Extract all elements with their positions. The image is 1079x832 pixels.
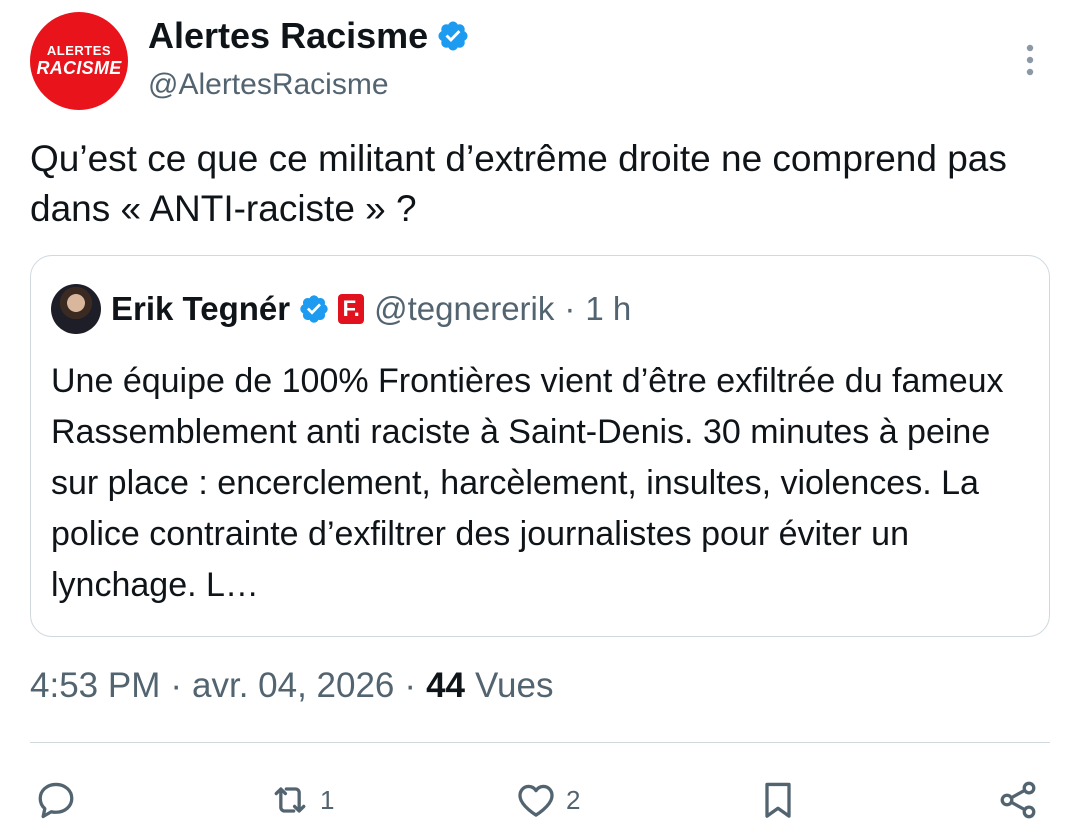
quoted-author-handle: @tegnererik	[374, 290, 555, 327]
bookmark-icon	[765, 782, 791, 818]
like-button[interactable]: 2	[514, 772, 580, 828]
header-separator: ·	[564, 290, 576, 327]
meta-separator: ·	[170, 666, 183, 705]
heart-icon	[518, 784, 554, 817]
views-label: Vues	[475, 666, 554, 705]
like-count: 2	[566, 784, 581, 815]
avatar-text-line2: RACISME	[36, 58, 122, 78]
divider	[30, 742, 1050, 743]
retweet-icon	[274, 787, 306, 813]
avatar-text-line1: ALERTES	[46, 43, 112, 58]
quoted-tweet-header: Erik Tegnér F. @tegnererik · 1 h	[111, 286, 631, 332]
reply-button[interactable]	[34, 772, 78, 828]
tweet-time[interactable]: 4:53 PM	[30, 666, 160, 706]
share-button[interactable]	[996, 772, 1040, 828]
tweet-meta: 4:53 PM · avr. 04, 2026 · 44 Vues	[30, 666, 553, 706]
tweet-text: Qu’est ce que ce militant d’extrême droi…	[30, 138, 1007, 229]
quoted-tweet-text: Une équipe de 100% Frontières vient d’êt…	[51, 362, 1004, 604]
tweet-date[interactable]: avr. 04, 2026	[192, 666, 394, 706]
bookmark-button[interactable]	[756, 772, 800, 828]
affiliation-badge-icon: F.	[338, 294, 365, 324]
verified-badge-icon	[438, 21, 468, 51]
author-handle[interactable]: @AlertesRacisme	[148, 68, 389, 102]
more-options-icon[interactable]	[1018, 42, 1042, 82]
author-name-row: Alertes Racisme	[148, 14, 470, 58]
quoted-tweet-time: 1 h	[585, 290, 632, 327]
views-count: 44	[426, 666, 465, 705]
verified-badge-icon	[300, 295, 328, 323]
retweet-count: 1	[320, 784, 335, 815]
author-display-name[interactable]: Alertes Racisme	[148, 15, 428, 57]
quoted-tweet-card[interactable]: Erik Tegnér F. @tegnererik · 1 h Une équ…	[30, 255, 1050, 637]
quoted-author-name[interactable]: Erik Tegnér	[111, 290, 290, 328]
retweet-button[interactable]: 1	[268, 772, 334, 828]
share-icon	[1000, 781, 1036, 819]
author-avatar[interactable]: ALERTES RACISME	[30, 12, 128, 110]
reply-icon	[38, 782, 74, 819]
quoted-author-avatar[interactable]	[51, 284, 101, 334]
meta-separator: ·	[404, 666, 417, 705]
